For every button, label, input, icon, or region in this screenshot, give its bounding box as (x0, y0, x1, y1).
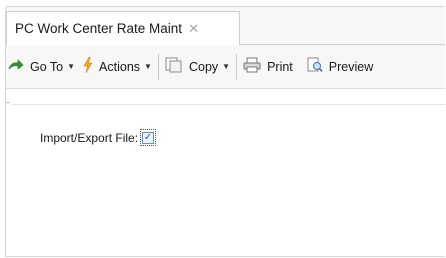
copy-icon (165, 57, 183, 76)
checkmark-icon: ✓ (143, 131, 153, 143)
goto-button[interactable]: Go To ▼ (6, 53, 79, 81)
actions-button[interactable]: Actions ▼ (79, 53, 156, 81)
goto-dropdown-caret-icon: ▼ (67, 62, 76, 71)
window-frame: PC Work Center Rate Maint ✕ Go To ▼ Acti… (5, 6, 445, 257)
copy-label: Copy (188, 59, 219, 74)
import-export-field: Import/Export File: ✓ (40, 129, 157, 146)
preview-button[interactable]: Preview (303, 53, 377, 81)
copy-button[interactable]: Copy ▼ (161, 53, 234, 81)
toolbar-separator (236, 53, 238, 80)
actions-dropdown-caret-icon: ▼ (144, 62, 152, 71)
import-export-checkbox[interactable]: ✓ (142, 131, 155, 144)
divider-stub (6, 102, 10, 103)
tab-close-icon[interactable]: ✕ (188, 22, 199, 35)
lightning-actions-icon (83, 56, 93, 76)
tab-title: PC Work Center Rate Maint (15, 21, 183, 36)
tab-strip: PC Work Center Rate Maint ✕ (6, 7, 445, 45)
toolbar-separator (157, 53, 159, 80)
import-export-focus-box: ✓ (140, 129, 157, 146)
actions-label: Actions (99, 59, 141, 74)
import-export-label: Import/Export File: (40, 130, 139, 145)
print-label: Print (267, 59, 293, 74)
copy-dropdown-caret-icon: ▼ (222, 62, 231, 71)
printer-icon (243, 57, 261, 76)
content-area: Import/Export File: ✓ (6, 89, 445, 256)
section-divider (12, 104, 445, 105)
tab-pc-work-center-rate-maint[interactable]: PC Work Center Rate Maint ✕ (6, 11, 240, 45)
preview-icon (307, 57, 323, 76)
arrow-goto-icon (8, 59, 24, 74)
goto-label: Go To (30, 59, 64, 74)
preview-label: Preview (328, 59, 374, 74)
print-button[interactable]: Print (239, 53, 297, 81)
toolbar: Go To ▼ Actions ▼ Copy ▼ Print Preview (6, 45, 445, 89)
